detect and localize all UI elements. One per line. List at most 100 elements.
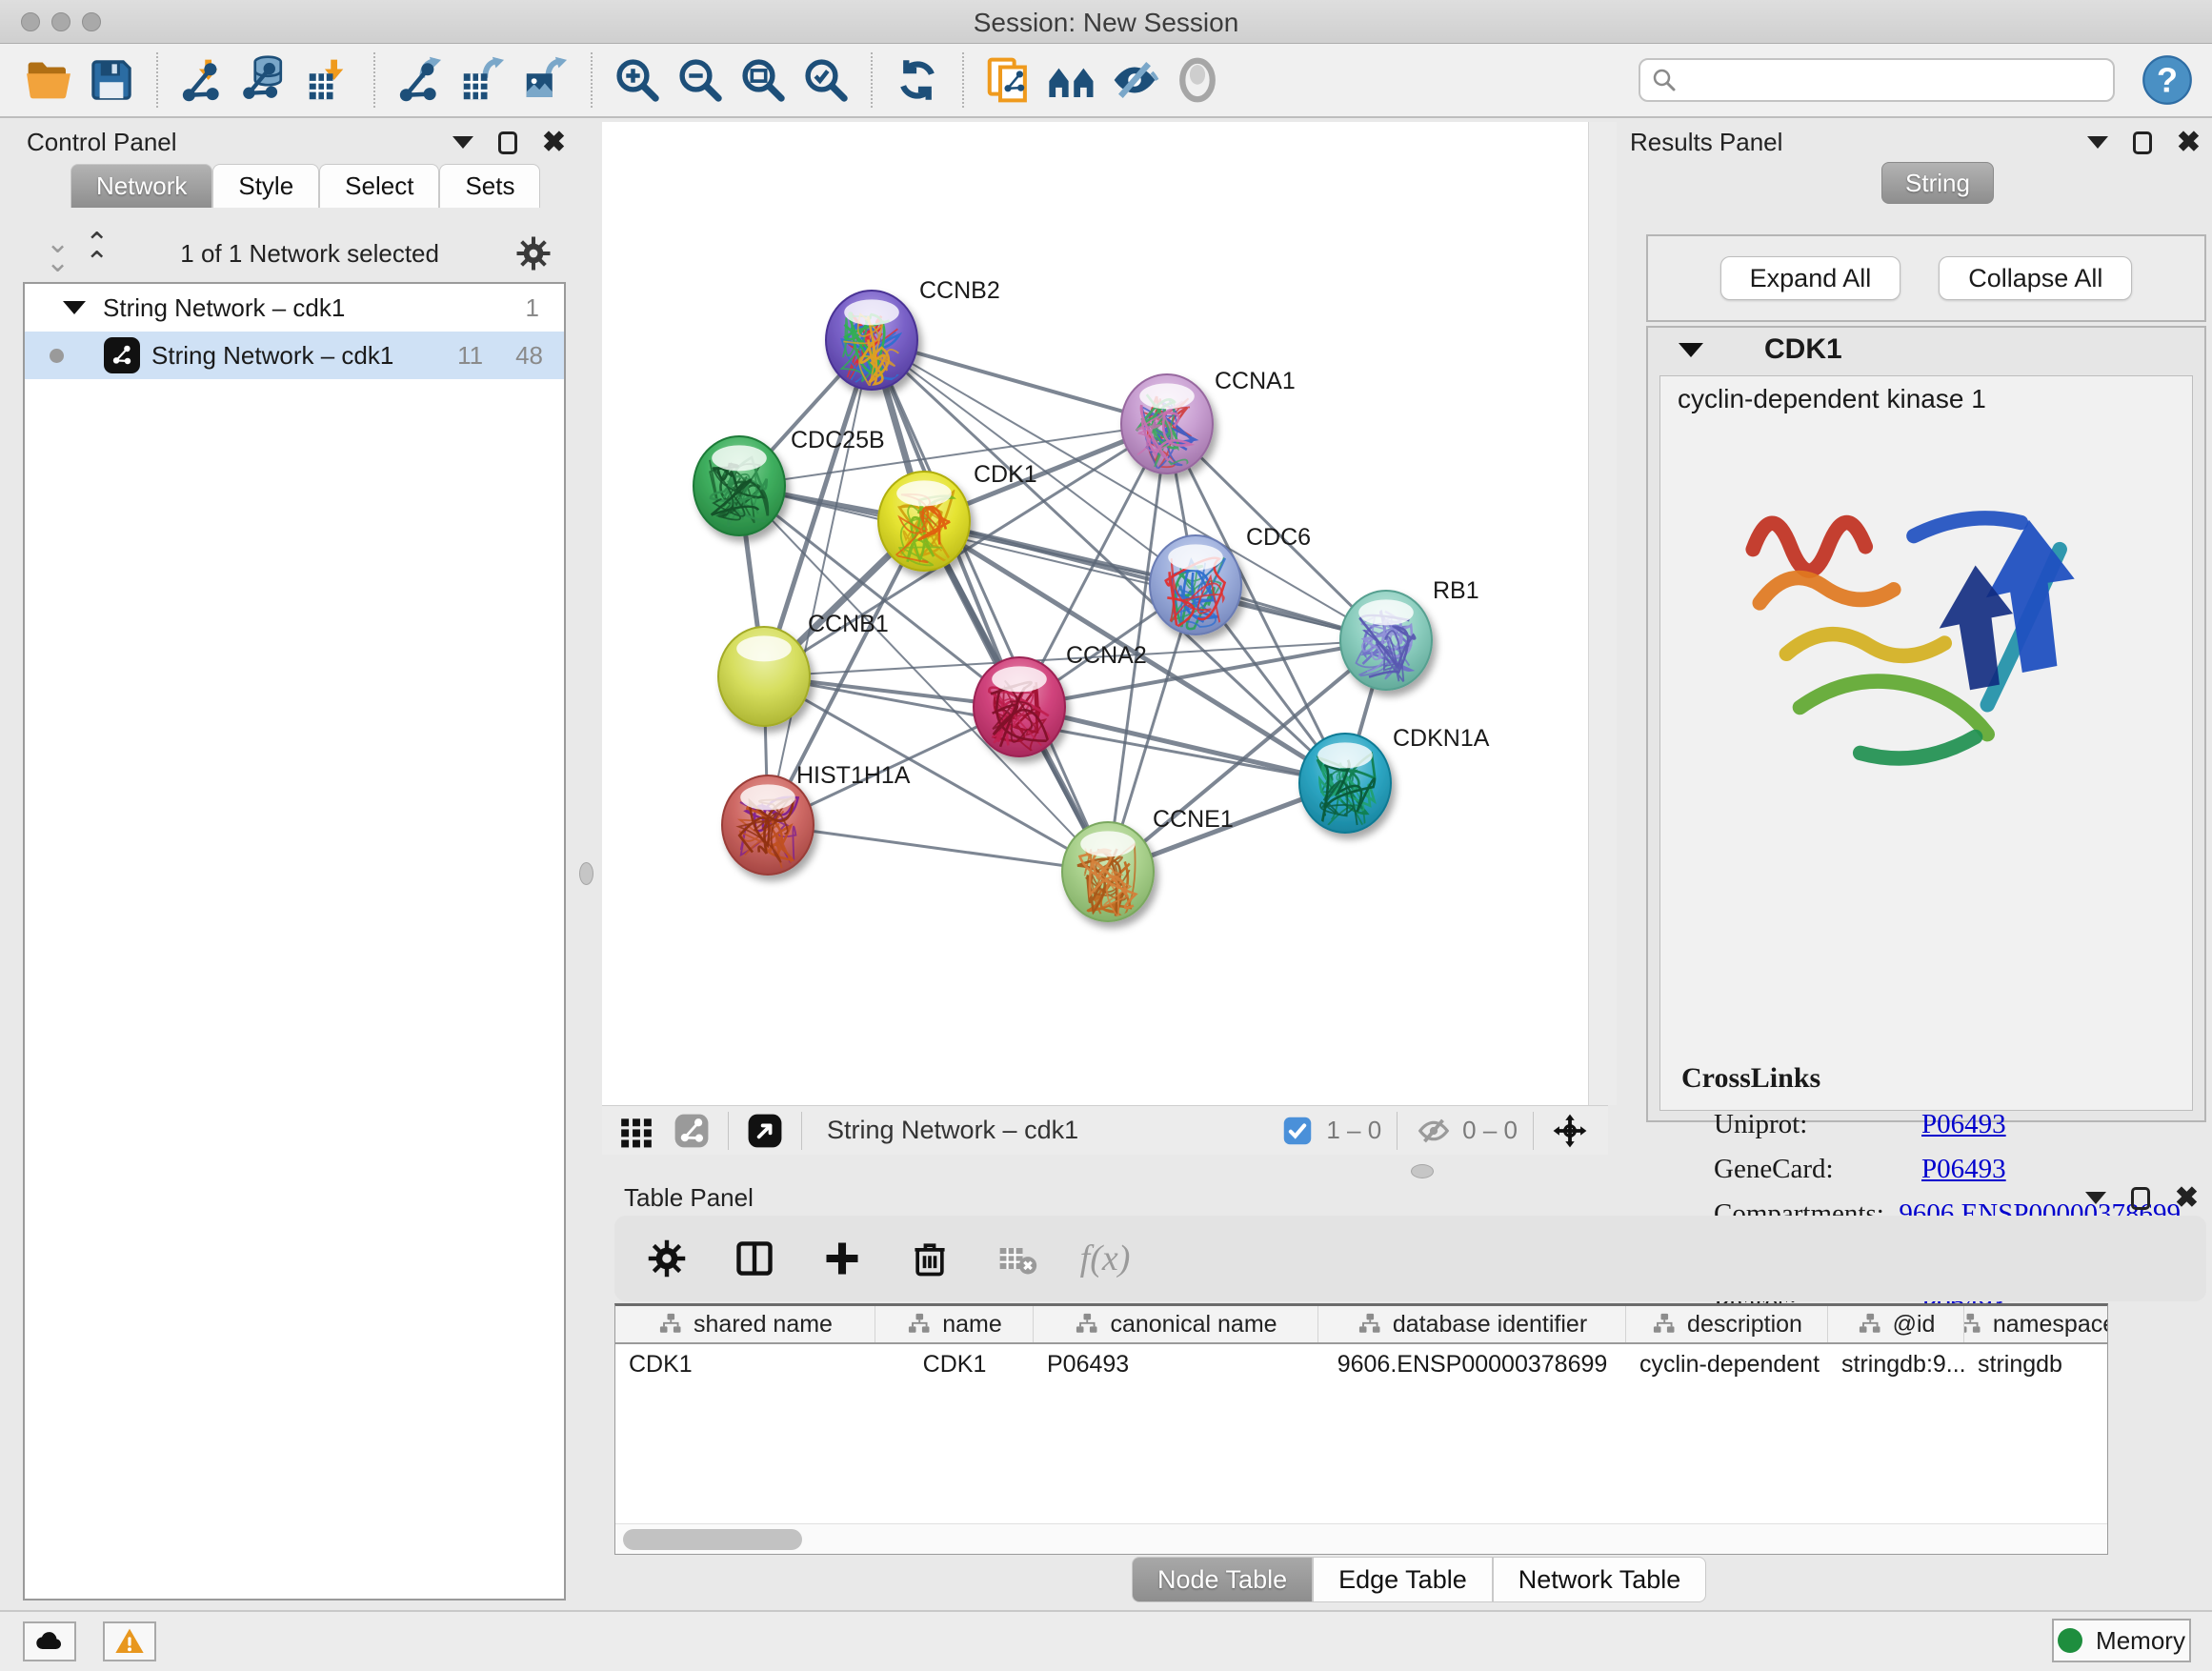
network-node-HIST1H1A[interactable]: HIST1H1A — [722, 762, 911, 875]
float-panel-icon[interactable] — [2133, 131, 2152, 154]
tab-select[interactable]: Select — [319, 164, 439, 208]
table-cell[interactable]: cyclin-dependent ... — [1626, 1344, 1828, 1384]
first-neighbors-button[interactable] — [1040, 50, 1103, 111]
splitter-handle[interactable] — [1411, 1164, 1434, 1178]
import-table-button[interactable] — [297, 50, 360, 111]
help-button[interactable]: ? — [2140, 52, 2195, 108]
table-cell[interactable]: stringdb — [1964, 1344, 2108, 1384]
pan-crosshair-icon[interactable] — [1549, 1110, 1591, 1152]
table-toolbar: f(x) — [614, 1216, 2206, 1301]
close-panel-icon[interactable]: ✖ — [2177, 131, 2201, 154]
export-network-button[interactable] — [389, 50, 452, 111]
open-session-button[interactable] — [17, 50, 80, 111]
hidden-eye-icon[interactable] — [1413, 1110, 1455, 1152]
column-header-description[interactable]: description — [1626, 1306, 1828, 1342]
canvas-splitter[interactable] — [1589, 122, 1617, 1105]
section-header[interactable]: CDK1 — [1648, 328, 2204, 372]
zoom-fit-button[interactable] — [732, 50, 794, 111]
network-canvas[interactable]: CCNB2 CCNA1 CDC25B CDK1 CDC6 RB1 CCNB1 C… — [602, 122, 1589, 1105]
function-builder-icon: f(x) — [1081, 1235, 1129, 1282]
network-edge[interactable] — [768, 825, 1108, 872]
panel-menu-icon[interactable] — [452, 136, 473, 149]
table-cell[interactable]: stringdb:9... — [1828, 1344, 1964, 1384]
panel-menu-icon[interactable] — [2087, 136, 2108, 149]
table-cell[interactable]: CDK1 — [875, 1344, 1034, 1384]
tab-sets[interactable]: Sets — [439, 164, 540, 208]
memory-button[interactable]: Memory — [2052, 1619, 2191, 1662]
import-network-from-file-button[interactable] — [171, 50, 234, 111]
panel-menu-icon[interactable] — [2085, 1192, 2106, 1204]
table-header-row: shared namenamecanonical namedatabase id… — [615, 1306, 2107, 1344]
network-node-CDKN1A[interactable]: CDKN1A — [1299, 725, 1490, 833]
tab-node-table[interactable]: Node Table — [1132, 1557, 1313, 1602]
network-node-RB1[interactable]: RB1 — [1340, 577, 1479, 690]
add-column-icon[interactable] — [818, 1235, 866, 1282]
network-node-CDK1[interactable]: CDK1 — [878, 461, 1037, 571]
zoom-in-button[interactable] — [606, 50, 669, 111]
table-cell[interactable]: P06493 — [1034, 1344, 1318, 1384]
selected-checkbox-icon[interactable] — [1277, 1110, 1318, 1152]
export-table-button[interactable] — [452, 50, 514, 111]
apply-layout-button[interactable] — [886, 50, 949, 111]
float-panel-icon[interactable] — [2131, 1187, 2150, 1210]
export-image-button[interactable] — [514, 50, 577, 111]
column-header-database-identifier[interactable]: database identifier — [1318, 1306, 1626, 1342]
search-input[interactable] — [1639, 58, 2115, 102]
table-row[interactable]: CDK1CDK1P064939606.ENSP00000378699cyclin… — [615, 1344, 2107, 1384]
column-header-shared-name[interactable]: shared name — [615, 1306, 875, 1342]
string-view-icon[interactable] — [671, 1110, 713, 1152]
selected-counts: 1 – 0 — [1326, 1116, 1381, 1145]
tab-network[interactable]: Network — [70, 164, 212, 208]
show-all-button[interactable] — [1166, 50, 1229, 111]
import-network-from-database-button[interactable] — [234, 50, 297, 111]
network-node-CCNA1[interactable]: CCNA1 — [1121, 368, 1296, 473]
column-header-name[interactable]: name — [875, 1306, 1034, 1342]
tab-edge-table[interactable]: Edge Table — [1313, 1557, 1493, 1602]
network-node-CCNB2[interactable]: CCNB2 — [826, 277, 1000, 390]
network-row-selected[interactable]: String Network – cdk1 11 48 — [25, 332, 564, 379]
section-caret-icon[interactable] — [1679, 343, 1703, 357]
collection-caret-icon[interactable] — [63, 301, 86, 314]
network-collection-row[interactable]: String Network – cdk1 1 — [25, 284, 564, 332]
collapse-all-networks-icon[interactable]: ⌄⌄ — [46, 234, 66, 272]
delete-column-icon[interactable] — [906, 1235, 954, 1282]
column-header-namespace[interactable]: namespace — [1964, 1306, 2108, 1342]
zoom-selected-button[interactable] — [794, 50, 857, 111]
tab-style[interactable]: Style — [212, 164, 319, 208]
warnings-button[interactable] — [103, 1621, 156, 1661]
expand-all-networks-icon[interactable]: ⌃⌃ — [85, 234, 105, 272]
network-overview-icon[interactable] — [744, 1110, 786, 1152]
crosslink-link[interactable]: P06493 — [1921, 1109, 2006, 1140]
save-session-button[interactable] — [80, 50, 143, 111]
new-network-from-selection-button[interactable] — [977, 50, 1040, 111]
zoom-out-button[interactable] — [669, 50, 732, 111]
float-panel-icon[interactable] — [498, 131, 517, 154]
scrollbar-thumb[interactable] — [623, 1529, 802, 1550]
network-node-CDC25B[interactable]: CDC25B — [694, 427, 885, 535]
collapse-all-button[interactable]: Collapse All — [1939, 256, 2132, 300]
node-label-CCNB1: CCNB1 — [808, 611, 889, 637]
table-cell[interactable]: CDK1 — [615, 1344, 875, 1384]
tab-string[interactable]: String — [1881, 162, 1994, 204]
table-horizontal-scrollbar[interactable] — [615, 1523, 2107, 1554]
search-box — [1639, 58, 2115, 102]
network-node-CDC6[interactable]: CDC6 — [1150, 524, 1311, 634]
column-header-canonical-name[interactable]: canonical name — [1034, 1306, 1318, 1342]
table-cell[interactable]: 9606.ENSP00000378699 — [1318, 1344, 1626, 1384]
svg-text:?: ? — [2157, 60, 2178, 99]
table-settings-icon[interactable] — [643, 1235, 691, 1282]
network-options-gear-icon[interactable] — [514, 234, 553, 272]
node-table: shared namenamecanonical namedatabase id… — [614, 1303, 2108, 1555]
network-node-CCNB1[interactable]: CCNB1 — [718, 611, 889, 726]
expand-all-button[interactable]: Expand All — [1720, 256, 1901, 300]
column-layout-icon[interactable] — [731, 1235, 778, 1282]
toolbar-separator — [373, 52, 375, 108]
close-panel-icon[interactable]: ✖ — [542, 131, 566, 154]
close-panel-icon[interactable]: ✖ — [2175, 1187, 2199, 1210]
cloud-status-button[interactable] — [23, 1621, 76, 1661]
tab-network-table[interactable]: Network Table — [1493, 1557, 1707, 1602]
splitter-handle[interactable] — [579, 862, 593, 885]
hide-selected-button[interactable] — [1103, 50, 1166, 111]
column-header--id[interactable]: @id — [1828, 1306, 1964, 1342]
view-grid-icon[interactable] — [615, 1110, 657, 1152]
